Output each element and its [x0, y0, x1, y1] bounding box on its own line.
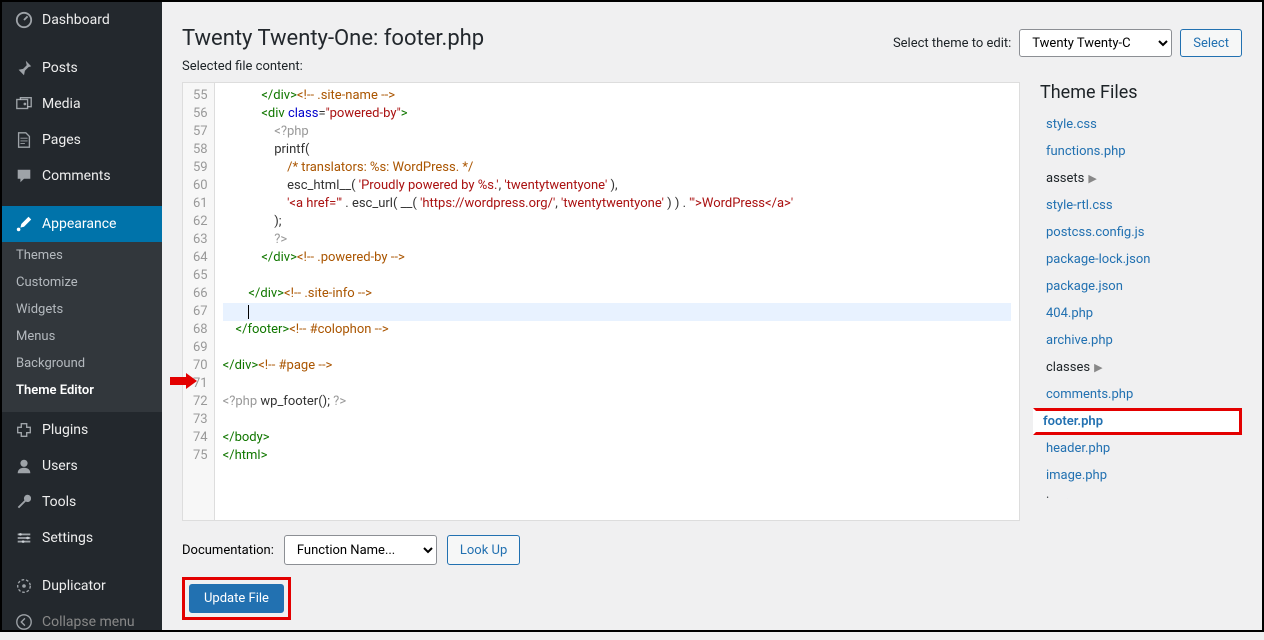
- code-editor[interactable]: 5556575859606162636465666768697071727374…: [182, 82, 1020, 521]
- sidebar-item-media[interactable]: Media: [2, 86, 162, 122]
- sidebar-item-plugins[interactable]: Plugins: [2, 412, 162, 448]
- sidebar-label: Duplicator: [42, 578, 106, 594]
- media-icon: [14, 94, 34, 114]
- pin-icon: [14, 58, 34, 78]
- page-icon: [14, 130, 34, 150]
- documentation-select[interactable]: Function Name...: [284, 535, 437, 565]
- file-item-header-php[interactable]: header.php: [1033, 435, 1242, 462]
- theme-select-dropdown[interactable]: Twenty Twenty-C: [1019, 29, 1172, 57]
- file-item-style-rtl-css[interactable]: style-rtl.css: [1033, 192, 1242, 219]
- collapse-icon: [14, 612, 34, 632]
- documentation-row: Documentation: Function Name... Look Up: [182, 535, 1242, 565]
- sidebar-sub-widgets[interactable]: Widgets: [2, 296, 162, 323]
- sidebar-sub-menus[interactable]: Menus: [2, 323, 162, 350]
- sidebar-item-comments[interactable]: Comments: [2, 158, 162, 194]
- annotation-arrow: [168, 372, 198, 390]
- file-item-functions-php[interactable]: functions.php: [1033, 138, 1242, 165]
- theme-select-area: Select theme to edit: Twenty Twenty-C Se…: [893, 17, 1242, 57]
- brush-icon: [14, 214, 34, 234]
- wrench-icon: [14, 492, 34, 512]
- comment-icon: [14, 166, 34, 186]
- sidebar-label: Appearance: [42, 216, 116, 232]
- theme-files-title: Theme Files: [1032, 82, 1242, 111]
- sidebar-item-settings[interactable]: Settings: [2, 520, 162, 556]
- sidebar-item-appearance[interactable]: Appearance: [2, 206, 162, 242]
- sidebar-label: Users: [42, 458, 78, 474]
- file-item-404-php[interactable]: 404.php: [1033, 300, 1242, 327]
- gear-icon: [14, 528, 34, 548]
- sidebar-sub-customize[interactable]: Customize: [2, 269, 162, 296]
- selected-file-label: Selected file content:: [182, 59, 1242, 74]
- sidebar-label: Posts: [42, 60, 78, 76]
- sidebar-label: Dashboard: [42, 12, 110, 28]
- sidebar-item-dashboard[interactable]: Dashboard: [2, 2, 162, 38]
- lookup-button[interactable]: Look Up: [447, 535, 520, 565]
- page-title: Twenty Twenty-One: footer.php: [182, 17, 484, 55]
- code-lines[interactable]: </div><!-- .site-name --> <div class="po…: [215, 83, 1019, 520]
- sidebar-label: Tools: [42, 494, 76, 510]
- sidebar-label: Plugins: [42, 422, 88, 438]
- file-item-comments-php[interactable]: comments.php: [1033, 381, 1242, 408]
- file-item-assets[interactable]: assets▶: [1033, 165, 1242, 192]
- file-item-package-lock-json[interactable]: package-lock.json: [1033, 246, 1242, 273]
- sidebar-item-collapse[interactable]: Collapse menu: [2, 604, 162, 640]
- file-item-package-json[interactable]: package.json: [1033, 273, 1242, 300]
- line-gutter: 5556575859606162636465666768697071727374…: [183, 83, 215, 520]
- theme-files-panel: Theme Files style.cssfunctions.phpassets…: [1032, 82, 1242, 521]
- file-item-archive-php[interactable]: archive.php: [1033, 327, 1242, 354]
- main-content: Twenty Twenty-One: footer.php Select the…: [162, 2, 1262, 630]
- sidebar-label: Collapse menu: [42, 614, 135, 630]
- theme-select-label: Select theme to edit:: [893, 36, 1011, 51]
- sidebar-label: Settings: [42, 530, 93, 546]
- file-item-classes[interactable]: classes▶: [1033, 354, 1242, 381]
- file-item-postcss-config-js[interactable]: postcss.config.js: [1033, 219, 1242, 246]
- file-item-image-php[interactable]: image.php: [1033, 462, 1242, 489]
- sidebar-item-tools[interactable]: Tools: [2, 484, 162, 520]
- sidebar-item-users[interactable]: Users: [2, 448, 162, 484]
- sidebar-label: Comments: [42, 168, 111, 184]
- sidebar-label: Pages: [42, 132, 81, 148]
- file-item-style-css[interactable]: style.css: [1033, 111, 1242, 138]
- documentation-label: Documentation:: [182, 543, 274, 558]
- user-icon: [14, 456, 34, 476]
- theme-files-list[interactable]: style.cssfunctions.phpassets▶style-rtl.c…: [1032, 111, 1242, 499]
- duplicator-icon: [14, 576, 34, 596]
- sidebar-sub-theme-editor[interactable]: Theme Editor: [2, 377, 162, 404]
- admin-sidebar: Dashboard Posts Media Pages Comments App…: [2, 2, 162, 630]
- sidebar-item-duplicator[interactable]: Duplicator: [2, 568, 162, 604]
- sidebar-sub-background[interactable]: Background: [2, 350, 162, 377]
- file-item-footer-php[interactable]: footer.php: [1033, 408, 1242, 435]
- sidebar-item-pages[interactable]: Pages: [2, 122, 162, 158]
- select-theme-button[interactable]: Select: [1180, 29, 1242, 57]
- update-file-button[interactable]: Update File: [189, 584, 284, 613]
- update-file-highlight: Update File: [182, 577, 291, 620]
- file-item-inc[interactable]: inc▶: [1033, 489, 1242, 499]
- sidebar-sub-themes[interactable]: Themes: [2, 242, 162, 269]
- plugin-icon: [14, 420, 34, 440]
- sidebar-item-posts[interactable]: Posts: [2, 50, 162, 86]
- dashboard-icon: [14, 10, 34, 30]
- sidebar-label: Media: [42, 96, 81, 112]
